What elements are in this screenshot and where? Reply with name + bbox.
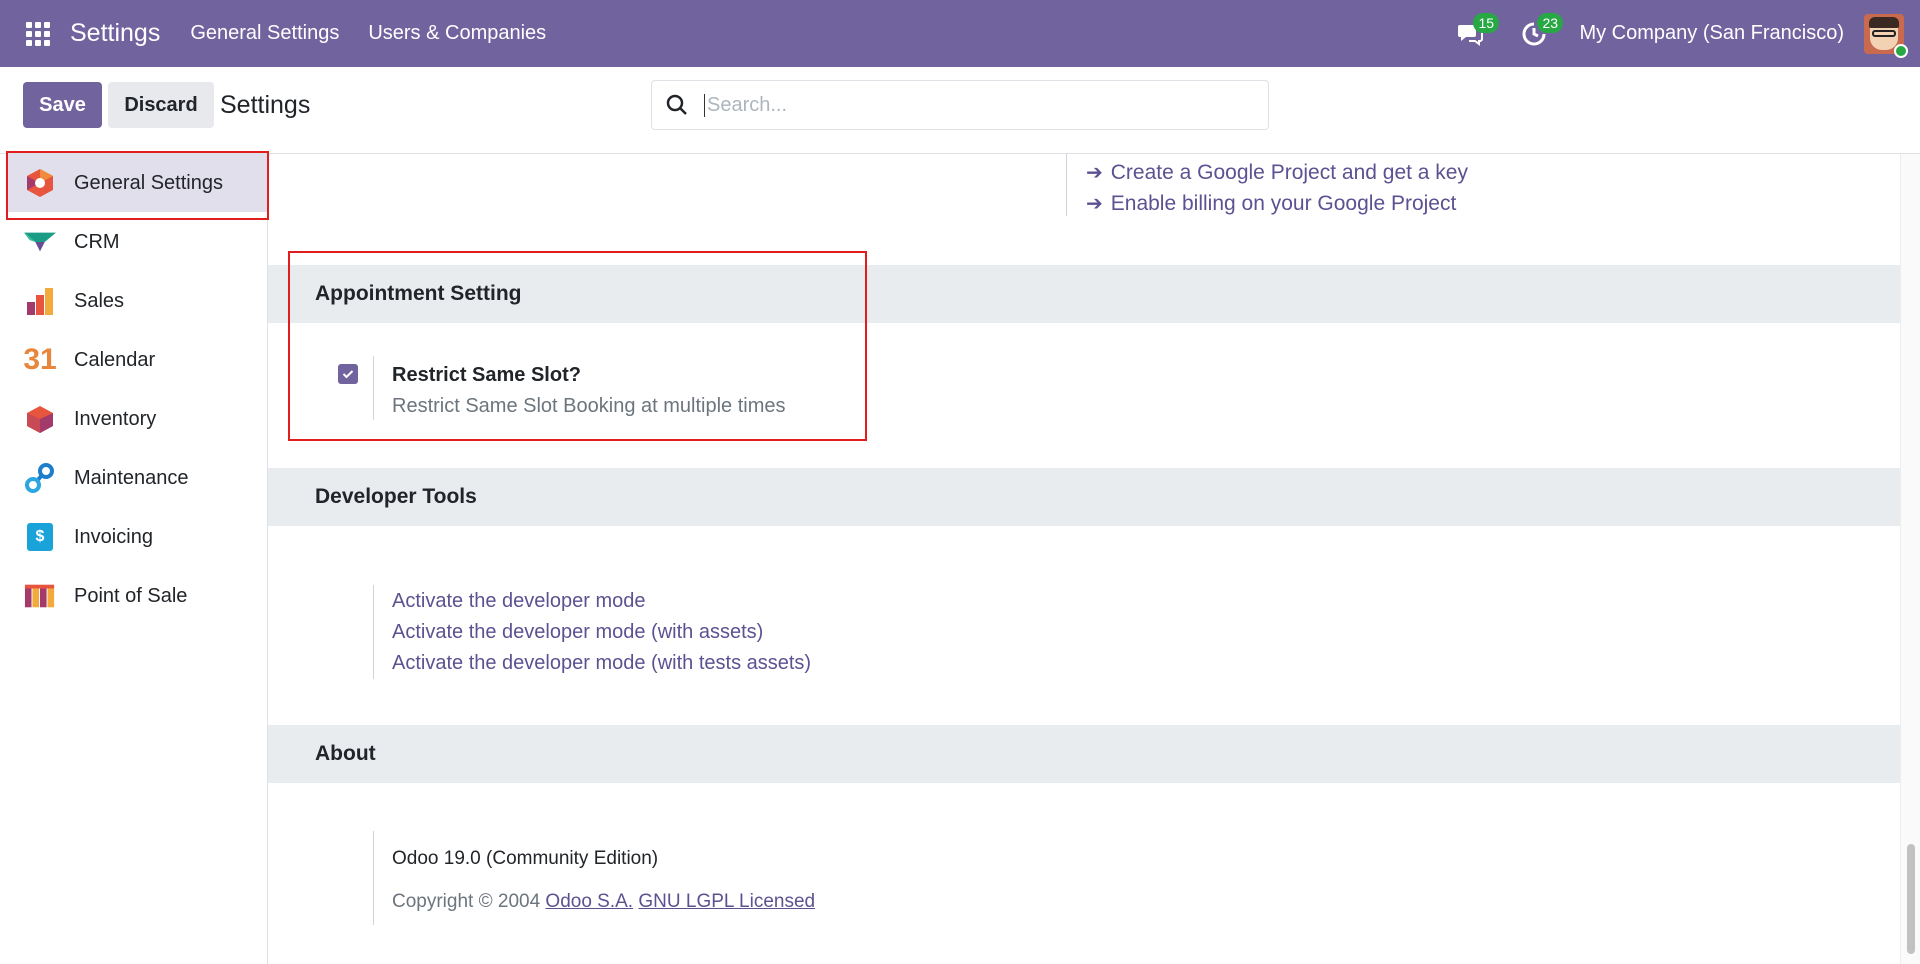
section-title: About (315, 742, 376, 765)
activate-developer-mode-assets-link[interactable]: Activate the developer mode (with assets… (392, 621, 763, 644)
restrict-same-slot-checkbox[interactable] (338, 364, 358, 384)
sidebar-item-label: Invoicing (74, 525, 153, 548)
activate-developer-mode-tests-link[interactable]: Activate the developer mode (with tests … (392, 652, 811, 675)
google-billing-link[interactable]: ➔ Enable billing on your Google Project (1086, 191, 1456, 216)
checkmark-icon (342, 370, 354, 379)
activities-badge: 23 (1537, 12, 1564, 33)
sidebar-item-label: CRM (74, 230, 120, 253)
search-input[interactable] (704, 93, 1244, 117)
sidebar-item-sales[interactable]: Sales (6, 272, 268, 330)
inventory-icon (24, 403, 56, 435)
sidebar-item-label: Inventory (74, 407, 157, 430)
search-icon (666, 94, 687, 115)
sidebar-item-maintenance[interactable]: Maintenance (6, 449, 268, 507)
divider (373, 356, 374, 420)
section-title: Developer Tools (315, 485, 477, 508)
setting-description: Restrict Same Slot Booking at multiple t… (392, 395, 786, 417)
crm-icon (24, 226, 56, 258)
sales-icon (24, 285, 56, 317)
divider (373, 831, 374, 925)
menu-general-settings[interactable]: General Settings (190, 22, 339, 45)
odoo-sa-link[interactable]: Odoo S.A. (545, 891, 633, 912)
calendar-icon: 31 (23, 343, 57, 376)
general-settings-icon (24, 167, 56, 199)
scrollbar[interactable] (1900, 154, 1920, 964)
setting-title: Restrict Same Slot? (392, 364, 581, 386)
section-about: About (268, 725, 1900, 783)
search-bar[interactable] (651, 80, 1269, 130)
google-project-link[interactable]: ➔ Create a Google Project and get a key (1086, 160, 1468, 185)
divider (373, 585, 374, 679)
page-title: Settings (220, 91, 311, 119)
divider (1066, 154, 1067, 216)
scrollbar-thumb[interactable] (1907, 844, 1915, 954)
messages-badge: 15 (1473, 12, 1500, 33)
activate-developer-mode-link[interactable]: Activate the developer mode (392, 590, 646, 613)
settings-content: ➔ Create a Google Project and get a key … (268, 154, 1900, 964)
top-navbar: Settings General Settings Users & Compan… (0, 0, 1920, 67)
sidebar-item-label: Sales (74, 289, 125, 312)
sidebar-item-crm[interactable]: CRM (6, 213, 268, 271)
sidebar-item-label: Calendar (74, 348, 156, 371)
discard-button[interactable]: Discard (108, 82, 214, 128)
sidebar-item-label: General Settings (74, 171, 223, 194)
sidebar-item-point-of-sale[interactable]: Point of Sale (6, 567, 268, 625)
save-button[interactable]: Save (23, 82, 102, 128)
control-panel: Save Discard Settings (0, 67, 1920, 154)
messages-button[interactable]: 15 (1455, 12, 1500, 49)
company-switcher[interactable]: My Company (San Francisco) (1579, 22, 1844, 45)
section-title: Appointment Setting (315, 282, 522, 305)
point-of-sale-icon (24, 580, 56, 612)
copyright-prefix: Copyright © 2004 (392, 891, 541, 912)
section-developer-tools: Developer Tools (268, 468, 1900, 526)
arrow-right-icon: ➔ (1086, 193, 1103, 215)
sidebar-item-label: Point of Sale (74, 584, 188, 607)
sidebar-item-general-settings[interactable]: General Settings (6, 154, 268, 212)
version-text: Odoo 19.0 (Community Edition) (392, 848, 659, 869)
sidebar-item-inventory[interactable]: Inventory (6, 390, 268, 448)
link-text: Enable billing on your Google Project (1110, 191, 1457, 215)
menu-users-companies[interactable]: Users & Companies (368, 22, 546, 45)
license-link[interactable]: GNU LGPL Licensed (638, 891, 815, 912)
online-status-icon (1894, 43, 1908, 58)
activities-button[interactable]: 23 (1519, 12, 1564, 49)
sidebar-item-calendar[interactable]: 31 Calendar (6, 331, 268, 389)
section-appointment-setting: Appointment Setting (268, 265, 1900, 323)
sidebar-item-label: Maintenance (74, 466, 189, 489)
link-text: Create a Google Project and get a key (1110, 160, 1468, 184)
user-avatar[interactable] (1864, 13, 1908, 58)
arrow-right-icon: ➔ (1086, 162, 1103, 184)
sidebar-item-invoicing[interactable]: $ Invoicing (6, 508, 268, 566)
app-brand[interactable]: Settings (70, 19, 160, 48)
apps-grid-icon[interactable] (26, 21, 50, 46)
copyright-text: Copyright © 2004 Odoo S.A. GNU LGPL Lice… (392, 891, 815, 913)
maintenance-icon (24, 462, 56, 494)
invoicing-icon: $ (24, 521, 56, 553)
settings-sidebar: General Settings CRM Sales 31 Calendar I… (0, 154, 268, 964)
